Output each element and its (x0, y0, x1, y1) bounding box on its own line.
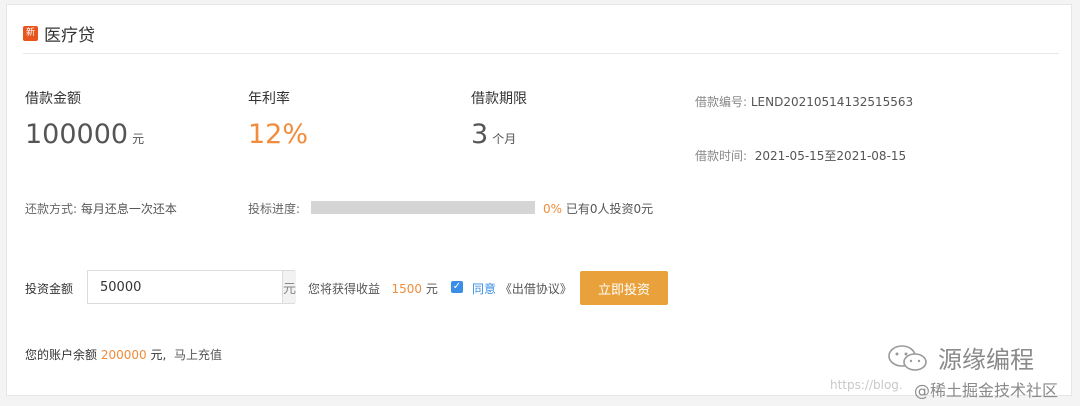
balance-label: 您的账户余额 (25, 348, 98, 362)
repay-method: 每月还息一次还本 (80, 202, 177, 216)
rate-value: 12% (248, 119, 309, 150)
loan-time-row: 借款时间: 2021-05-15至2021-08-15 (695, 147, 906, 164)
card-header: 新 医疗贷 (23, 21, 95, 46)
watermark-site: @稀土掘金技术社区 (914, 381, 1059, 400)
expected-unit: 元 (425, 282, 438, 296)
repay-row: 还款方式: 每月还息一次还本 (25, 200, 177, 217)
account-balance-row: 您的账户余额 200000 元, 马上充值 (25, 346, 222, 363)
loan-number-label: 借款编号: (695, 95, 748, 109)
term-label: 借款期限 (471, 91, 527, 107)
loan-number: LEND20210514132515563 (750, 95, 914, 109)
balance-value: 200000 (100, 348, 147, 362)
term-unit: 个月 (492, 132, 517, 146)
progress-percent: 0% (543, 202, 563, 216)
amount-label: 借款金额 (25, 91, 81, 107)
loan-card: 新 医疗贷 借款金额 100000 元 年利率 12% 借款期限 3 个月 借款编号… (6, 4, 1072, 396)
watermark-url: https://blog. (830, 378, 903, 392)
progress-label: 投标进度: (248, 202, 301, 216)
header-divider (23, 53, 1059, 54)
progress-bar (311, 201, 535, 214)
invest-now-button[interactable]: 立即投资 (580, 271, 668, 305)
amount-unit: 元 (132, 132, 145, 146)
recharge-link[interactable]: 马上充值 (174, 348, 222, 362)
agreement-link[interactable]: 《出借协议》 (500, 282, 572, 296)
term-value: 3 (471, 119, 489, 150)
invest-label: 投资金额 (25, 282, 74, 296)
term-value-group: 3 个月 (471, 119, 516, 150)
expected-value: 1500 (391, 282, 423, 296)
progress-info: 0% 已有0人投资0元 (543, 200, 653, 217)
loan-time: 2021-05-15至2021-08-15 (754, 149, 907, 163)
agree-checkbox[interactable]: ✓ (451, 281, 463, 293)
amount-value: 100000 (25, 119, 129, 150)
rate-label: 年利率 (248, 91, 290, 107)
progress-note: 已有0人投资0元 (565, 202, 654, 216)
invest-amount-input[interactable] (88, 271, 282, 303)
watermark-brand: 源缘编程 (886, 340, 1034, 375)
amount-value-group: 100000 元 (25, 119, 144, 150)
agreement-row: 同意 《出借协议》 (472, 280, 572, 297)
loan-number-row: 借款编号: LEND20210514132515563 (695, 93, 913, 110)
expected-return: 您将获得收益 1500 元 (308, 280, 438, 297)
invest-amount-unit: 元 (282, 271, 297, 303)
expected-label: 您将获得收益 (308, 282, 381, 296)
balance-unit: 元, (150, 348, 167, 362)
repay-label: 还款方式: (25, 202, 78, 216)
product-title: 医疗贷 (44, 25, 95, 46)
loan-time-label: 借款时间: (695, 149, 748, 163)
agree-text[interactable]: 同意 (472, 282, 496, 296)
new-badge: 新 (23, 25, 38, 41)
watermark-brand-text: 源缘编程 (938, 346, 1034, 374)
invest-amount-field: 元 (87, 270, 297, 304)
wechat-icon (888, 344, 927, 371)
